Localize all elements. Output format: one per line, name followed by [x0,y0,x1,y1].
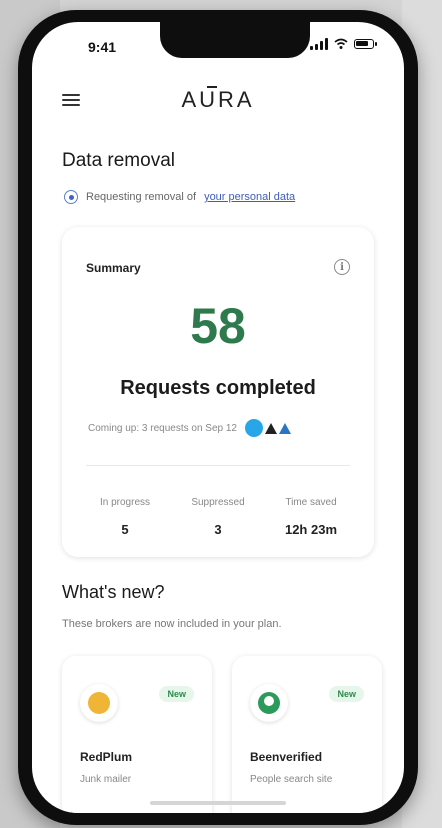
stat-in-progress: In progress 5 [80,497,170,537]
requests-completed-count: 58 [190,298,246,354]
personal-data-link[interactable]: your personal data [204,191,295,203]
battery-icon [354,39,377,49]
wifi-icon [334,38,348,49]
removal-status-text: Requesting removal of [86,191,197,203]
broker-name: RedPlum [80,750,133,764]
broker-card-beenverified[interactable]: New Beenverified People search site [232,656,382,813]
new-badge: New [329,686,364,702]
page-title: Data removal [62,150,175,171]
whats-new-subtitle: These brokers are now included in your p… [62,618,282,630]
phone-frame: 9:41 AURA Data removal Requesting remova… [18,10,418,825]
summary-stats: In progress 5 Suppressed 3 Time saved 12… [80,497,356,537]
beenverified-logo-icon [250,684,288,722]
new-badge: New [159,686,194,702]
status-time: 9:41 [88,39,117,55]
app-logo: AURA [181,87,255,112]
redplum-logo-icon [88,692,110,714]
broker-card-redplum[interactable]: New RedPlum Junk mailer [62,656,212,813]
removal-status: Requesting removal of your personal data [64,190,295,204]
stat-label: In progress [99,497,151,508]
notch [160,22,310,58]
stat-label: Suppressed [191,497,245,508]
redplum-logo-icon [80,684,118,722]
upcoming-requests: Coming up: 3 requests on Sep 12 [88,419,291,437]
stat-time-saved: Time saved 12h 23m [266,497,356,537]
stat-value: 3 [214,522,222,537]
signal-icon [310,38,328,50]
broker-logos [244,419,291,437]
app-screen: 9:41 AURA Data removal Requesting remova… [32,22,404,813]
stat-label: Time saved [285,497,337,508]
beenverified-logo-icon [258,692,280,714]
home-indicator[interactable] [150,801,286,805]
stat-suppressed: Suppressed 3 [173,497,263,537]
stat-value: 12h 23m [284,522,338,537]
status-dot-icon [64,190,78,204]
requests-completed-label: Requests completed [120,377,316,399]
broker-logo-icon [264,422,277,434]
summary-card: Summary i 58 Requests completed Coming u… [62,227,374,557]
summary-title: Summary [86,261,141,275]
broker-type: Junk mailer [80,774,132,785]
upcoming-text: Coming up: 3 requests on Sep 12 [88,422,237,434]
stat-value: 5 [121,522,129,537]
status-icons [310,38,377,50]
broker-logo-icon [244,419,263,437]
info-icon[interactable]: i [334,259,350,275]
broker-logo-icon [278,422,291,434]
whats-new-title: What's new? [62,582,165,602]
broker-name: Beenverified [250,750,323,764]
divider [86,465,350,466]
broker-type: People search site [250,774,333,785]
